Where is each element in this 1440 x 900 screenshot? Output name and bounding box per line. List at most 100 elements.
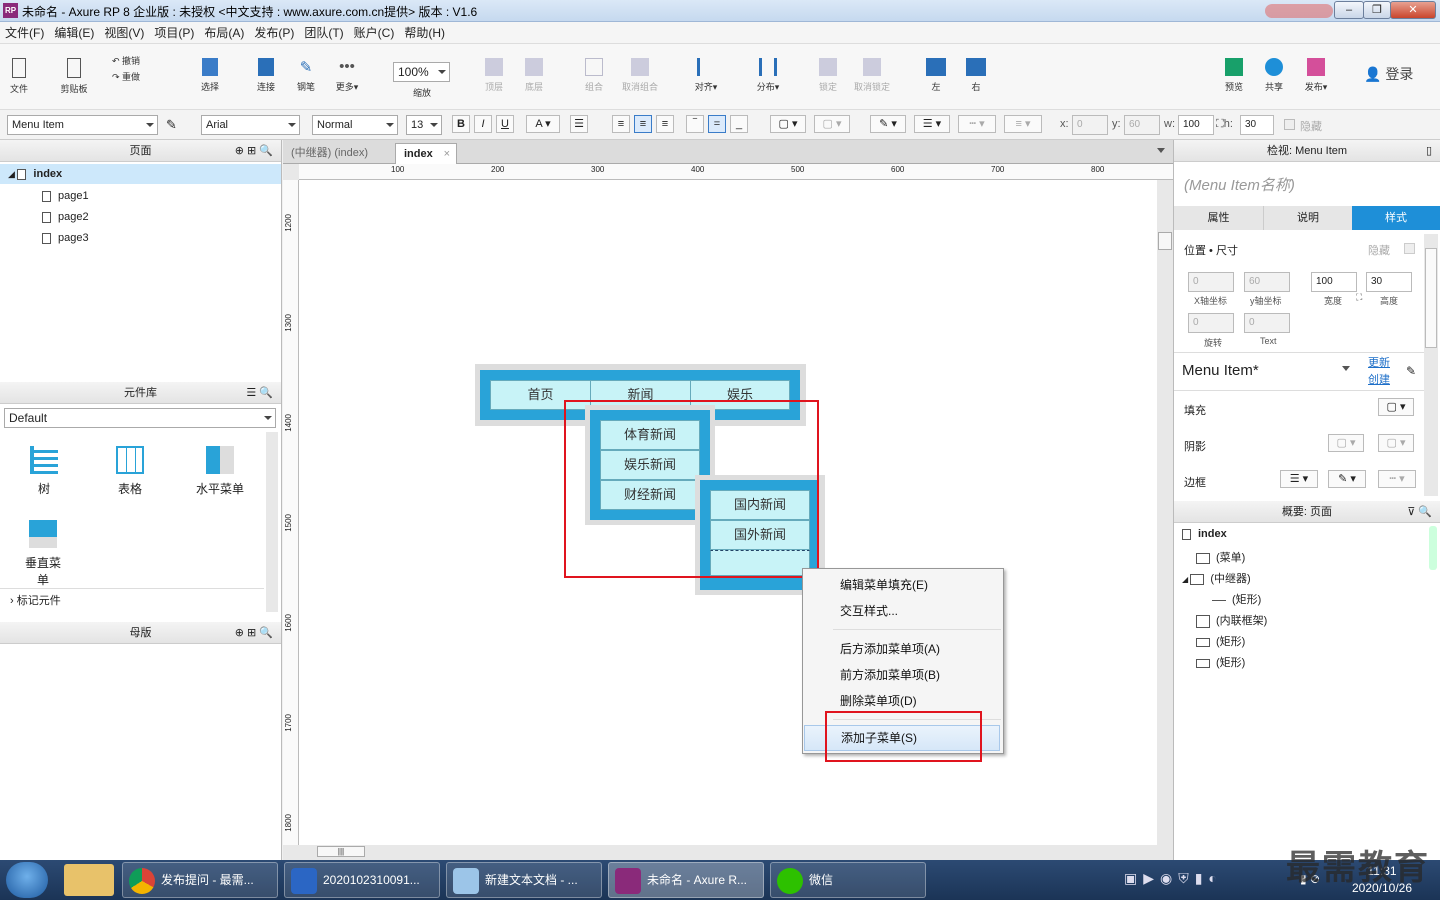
ctx-edit-fill[interactable]: 编辑菜单填充(E) <box>804 573 1002 597</box>
weight-select[interactable]: Normal <box>312 115 398 135</box>
style-name[interactable]: Menu Item* <box>1182 362 1259 379</box>
widget-hmenu[interactable]: 水平菜单 <box>196 446 244 497</box>
menu-publish[interactable]: 发布(P) <box>249 22 299 44</box>
line-weight-button[interactable]: ☰ ▾ <box>914 115 950 133</box>
outline-item-index[interactable]: index <box>1182 528 1227 540</box>
ungroup-button[interactable]: 取消组合 <box>618 58 662 93</box>
update-style-link[interactable]: 更新 <box>1368 354 1390 370</box>
pages-actions[interactable]: ⊕ ⊞ 🔍 <box>235 140 273 162</box>
inspector-h-input[interactable]: 30 <box>1366 272 1412 292</box>
page-item-page3[interactable]: page3 <box>42 228 89 248</box>
style-select[interactable]: Menu Item <box>7 115 158 135</box>
expand-icon[interactable]: ◢ <box>1182 575 1190 584</box>
hidden-checkbox[interactable] <box>1284 119 1295 130</box>
tab-index[interactable]: index × <box>395 143 457 164</box>
inspector-scrollbar[interactable] <box>1424 234 1438 496</box>
redo-button[interactable]: ↷ 重做 <box>112 70 152 83</box>
unlock-button[interactable]: 取消锁定 <box>850 58 894 93</box>
tab-repeater[interactable]: (中继器) (index) <box>283 143 376 164</box>
ctx-add-before[interactable]: 前方添加菜单项(B) <box>804 663 1002 687</box>
inspector-x-input[interactable]: 0 <box>1188 272 1234 292</box>
pen-button[interactable]: ✎ 钢笔 <box>292 58 320 93</box>
distribute-button[interactable]: 分布▾ <box>750 58 786 93</box>
publish-button[interactable]: 发布▾ <box>1298 58 1334 93</box>
style-dropdown-icon[interactable] <box>1342 366 1350 371</box>
inspector-tab-properties[interactable]: 属性 <box>1174 206 1263 230</box>
outline-item-menu[interactable]: (菜单) <box>1196 549 1245 565</box>
lock-button[interactable]: 锁定 <box>814 58 842 93</box>
canvas-vscroll[interactable] <box>1157 180 1173 845</box>
lock-ratio-icon[interactable]: ⛶ <box>1216 118 1224 130</box>
align-right-text-icon[interactable]: ≡ <box>656 115 674 133</box>
markup-widgets[interactable]: › 标记元件 <box>0 588 264 612</box>
library-actions[interactable]: ☰ 🔍 <box>246 382 273 404</box>
outline-item-rect-1[interactable]: (矩形) <box>1212 591 1261 607</box>
inspector-y-input[interactable]: 60 <box>1244 272 1290 292</box>
y-input[interactable]: 60 <box>1124 115 1160 135</box>
clipboard-button[interactable]: 剪贴板 <box>58 58 90 95</box>
menu-file[interactable]: 文件(F) <box>0 22 49 44</box>
outline-item-iframe[interactable]: (内联框架) <box>1196 612 1267 628</box>
bullet-list-icon[interactable]: ☰ <box>570 115 588 133</box>
style-edit-icon[interactable]: ✎ <box>1406 364 1416 378</box>
inspector-tab-style[interactable]: 样式 <box>1352 206 1440 230</box>
widget-table[interactable]: 表格 <box>108 446 152 497</box>
line-style-button[interactable]: ┅ ▾ <box>958 115 996 133</box>
border-style-button[interactable]: ┅ ▾ <box>1378 470 1416 488</box>
preview-button[interactable]: 预览 <box>1220 58 1248 93</box>
widget-name-input[interactable]: (Menu Item名称) <box>1184 174 1295 195</box>
h-input[interactable]: 30 <box>1240 115 1274 135</box>
connect-button[interactable]: 连接 <box>252 58 280 93</box>
lock-ratio-icon[interactable]: ⛶ <box>1356 292 1362 303</box>
arrow-style-button[interactable]: ≡ ▾ <box>1004 115 1042 133</box>
start-button[interactable] <box>6 862 48 898</box>
valign-middle-icon[interactable]: = <box>708 115 726 133</box>
expand-icon[interactable]: ◢ <box>8 169 17 179</box>
ctx-interaction-style[interactable]: 交互样式... <box>804 599 1002 623</box>
rotation-input[interactable]: 0 <box>1188 313 1234 333</box>
widget-tree[interactable]: 树 <box>22 446 66 497</box>
explorer-icon[interactable] <box>64 864 114 896</box>
border-weight-button[interactable]: ☰ ▾ <box>1280 470 1318 488</box>
menu-view[interactable]: 视图(V) <box>99 22 149 44</box>
login-button[interactable]: 👤 登录 <box>1364 64 1413 84</box>
undo-button[interactable]: ↶ 撤销 <box>112 54 152 67</box>
task-word[interactable]: 2020102310091... <box>284 862 440 898</box>
outline-item-repeater[interactable]: ◢ (中继器) <box>1182 570 1251 586</box>
w-input[interactable]: 100 <box>1178 115 1214 135</box>
more-button[interactable]: ••• 更多▾ <box>330 58 364 93</box>
task-axure[interactable]: 未命名 - Axure R... <box>608 862 764 898</box>
task-wechat[interactable]: 微信 <box>770 862 926 898</box>
task-notepad[interactable]: 新建文本文档 - ... <box>446 862 602 898</box>
valign-top-icon[interactable]: ‾ <box>686 115 704 133</box>
masters-actions[interactable]: ⊕ ⊞ 🔍 <box>235 622 273 644</box>
italic-button[interactable]: I <box>474 115 492 133</box>
align-left-text-icon[interactable]: ≡ <box>612 115 630 133</box>
minimize-button[interactable]: – <box>1334 1 1364 19</box>
maximize-button[interactable]: ❐ <box>1363 1 1391 19</box>
menu-layout[interactable]: 布局(A) <box>199 22 249 44</box>
underline-button[interactable]: U <box>496 115 514 133</box>
bring-top-button[interactable]: 顶层 <box>480 58 508 93</box>
close-tab-icon[interactable]: × <box>444 144 450 164</box>
menu-edit[interactable]: 编辑(E) <box>49 22 99 44</box>
canvas-hscroll[interactable]: ||| <box>299 845 1157 859</box>
inspector-tab-notes[interactable]: 说明 <box>1263 206 1352 230</box>
fill-color-button[interactable]: ▢ ▾ <box>770 115 806 133</box>
align-center-text-icon[interactable]: ≡ <box>634 115 652 133</box>
page-item-index[interactable]: ◢ index <box>0 164 281 184</box>
menu-project[interactable]: 项目(P) <box>149 22 199 44</box>
widget-vmenu[interactable]: 垂直菜单 <box>20 520 66 588</box>
outline-item-rect-3[interactable]: (矩形) <box>1196 654 1245 670</box>
send-bottom-button[interactable]: 底层 <box>520 58 548 93</box>
outline-item-rect-2[interactable]: (矩形) <box>1196 633 1245 649</box>
ctx-add-after[interactable]: 后方添加菜单项(A) <box>804 637 1002 661</box>
zoom-select[interactable]: 100% <box>393 62 450 82</box>
library-select[interactable]: Default <box>4 408 276 428</box>
tabs-dropdown-icon[interactable] <box>1157 148 1165 153</box>
font-color-button[interactable]: A ▾ <box>526 115 560 133</box>
create-style-link[interactable]: 创建 <box>1368 371 1390 387</box>
border-color-button[interactable]: ✎ ▾ <box>1328 470 1366 488</box>
style-edit-icon[interactable]: ✎ <box>166 117 177 133</box>
align-button[interactable]: 对齐▾ <box>688 58 724 93</box>
